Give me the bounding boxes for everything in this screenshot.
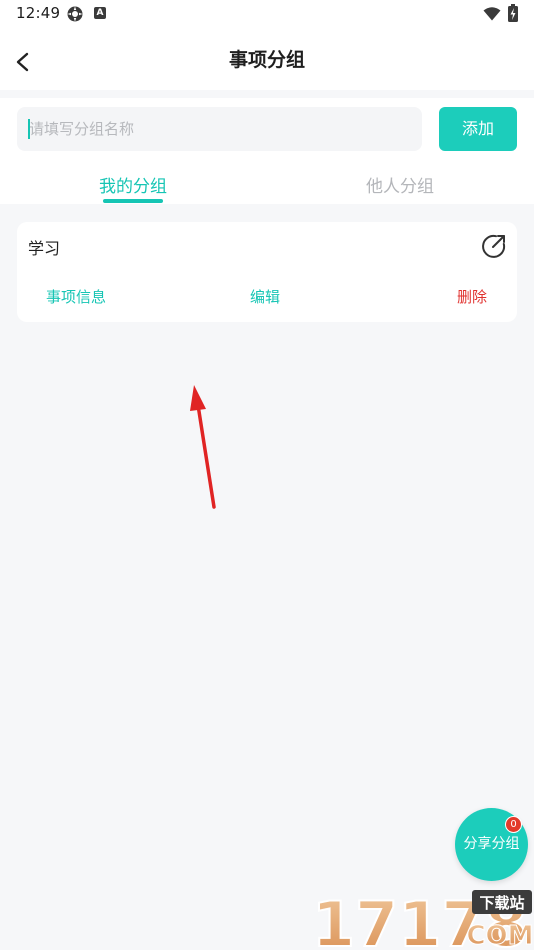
group-name-input[interactable] xyxy=(17,107,422,151)
edit-link[interactable]: 编辑 xyxy=(250,286,280,307)
watermark-tag: 下载站 xyxy=(479,894,524,912)
header: 事项分组 xyxy=(0,28,534,90)
tab-others-groups[interactable]: 他人分组 xyxy=(333,172,467,197)
wifi-icon xyxy=(483,7,501,21)
watermark-logo: 17178 下载站 COM xyxy=(312,887,534,950)
input-area: 添加 我的分组 他人分组 xyxy=(0,98,534,204)
tab-my-groups[interactable]: 我的分组 xyxy=(66,172,200,197)
tab-active-indicator xyxy=(103,199,163,203)
delete-link[interactable]: 删除 xyxy=(457,286,487,307)
battery-charging-icon xyxy=(508,4,518,22)
add-button[interactable]: 添加 xyxy=(439,107,517,151)
status-bar: 12:49 A xyxy=(0,0,534,28)
share-external-icon[interactable] xyxy=(481,233,507,259)
gear-icon xyxy=(67,6,83,22)
input-caret xyxy=(28,119,30,139)
a-badge-icon: A xyxy=(94,7,106,19)
page-title: 事项分组 xyxy=(228,49,305,71)
item-info-link[interactable]: 事项信息 xyxy=(46,286,106,307)
annotation-arrow xyxy=(190,385,216,509)
group-name: 学习 xyxy=(28,239,61,258)
watermark-domain: COM xyxy=(466,921,533,950)
share-count-badge: 0 xyxy=(505,816,522,833)
group-card: 学习 事项信息 编辑 删除 xyxy=(17,222,517,322)
status-time: 12:49 xyxy=(16,4,61,22)
